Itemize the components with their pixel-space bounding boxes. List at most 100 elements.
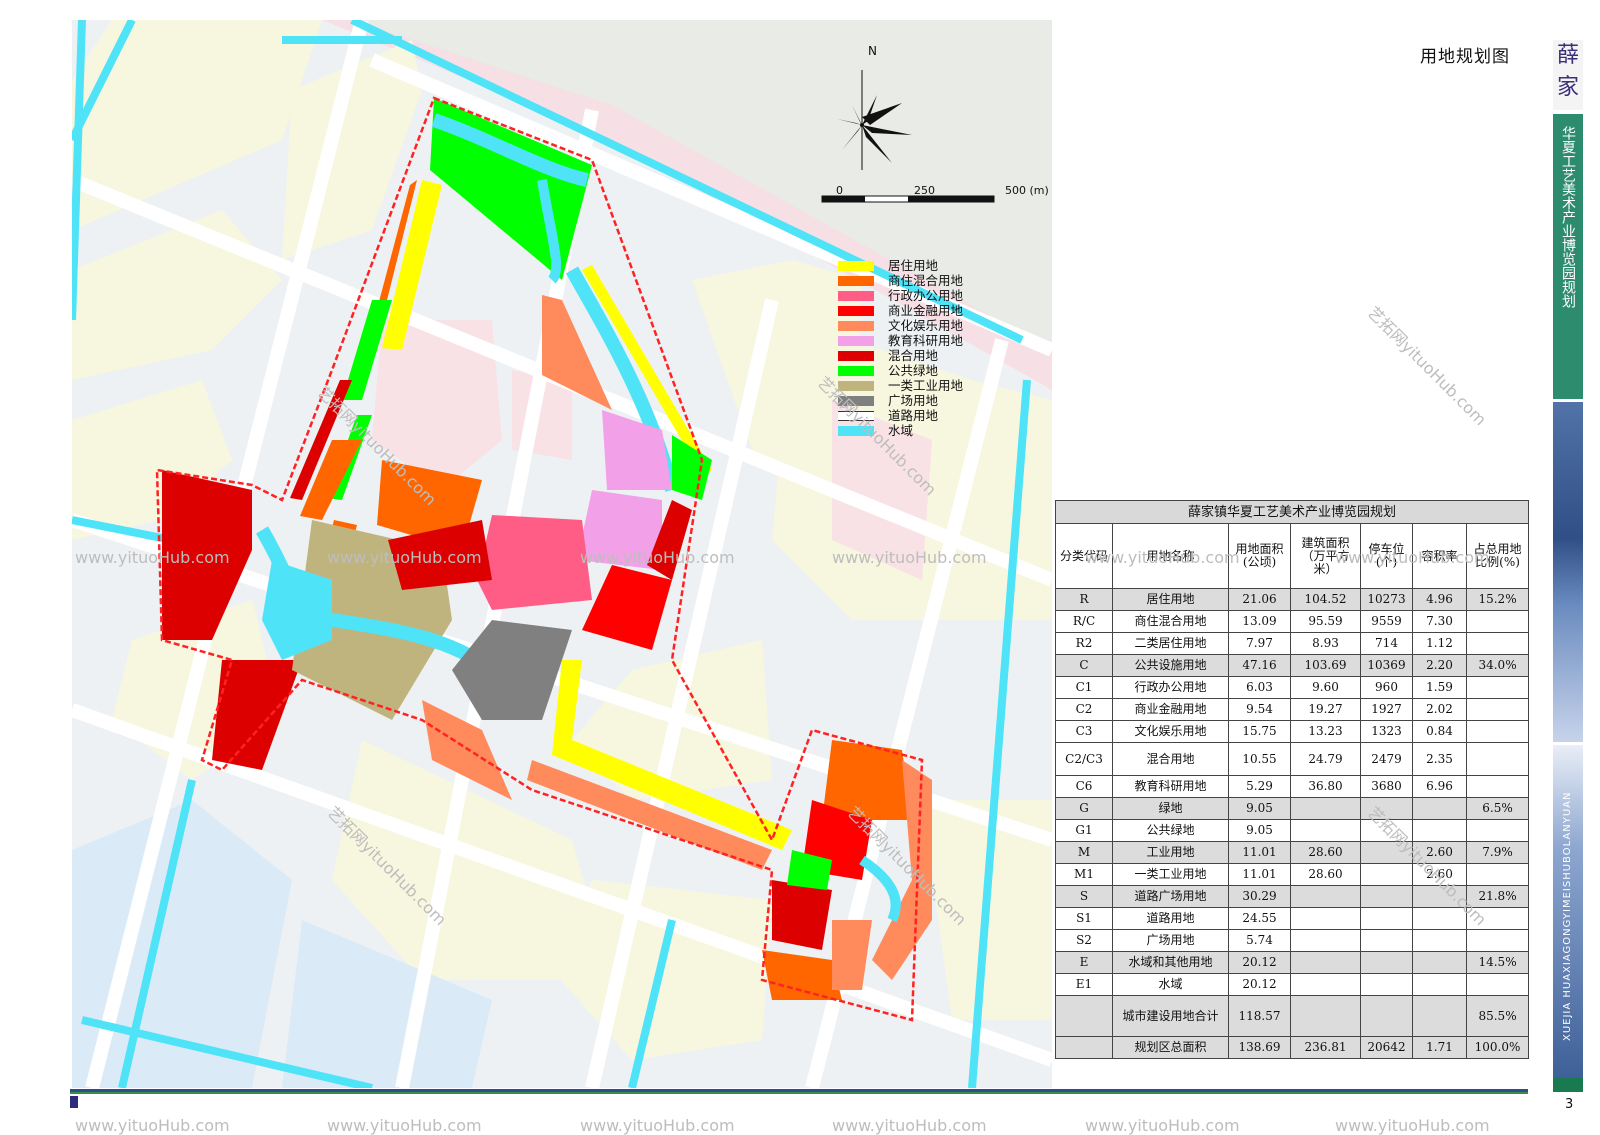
table-row: R/C 商住混合用地 13.09 95.59 9559 7.30: [1055, 610, 1530, 633]
table-row: G1 公共绿地 9.05: [1055, 819, 1530, 842]
cell-code: M: [1055, 841, 1113, 864]
cell-code: C2: [1055, 698, 1113, 721]
legend-swatch: [838, 305, 874, 316]
cell-far: [1412, 929, 1467, 952]
scale-label-250: 250: [914, 184, 935, 197]
legend-item: 公共绿地: [838, 363, 963, 378]
legend-label: 居住用地: [888, 258, 939, 273]
cell-area: 7.97: [1228, 632, 1291, 655]
cell-name: 公共绿地: [1112, 819, 1229, 842]
cell-far: 1.71: [1412, 1036, 1467, 1059]
cell-far: 2.02: [1412, 698, 1467, 721]
cell-floor-area: 103.69: [1290, 654, 1361, 677]
legend-item: 商住混合用地: [838, 273, 963, 288]
cell-far: 0.84: [1412, 720, 1467, 743]
watermark: www.yituoHub.com: [580, 1116, 735, 1135]
cell-code: [1055, 1036, 1113, 1059]
table-row: R2 二类居住用地 7.97 8.93 714 1.12: [1055, 632, 1530, 655]
cell-code: C: [1055, 654, 1113, 677]
legend-label: 文化娱乐用地: [888, 318, 964, 333]
cell-percent: [1465, 775, 1530, 798]
cell-parking: [1360, 885, 1413, 908]
cell-code: R: [1055, 588, 1113, 611]
cell-name: 二类居住用地: [1112, 632, 1229, 655]
cell-far: 1.12: [1412, 632, 1467, 655]
cell-code: S2: [1055, 929, 1113, 952]
legend-swatch: [838, 365, 874, 376]
cell-floor-area: 104.52: [1290, 588, 1361, 611]
table-row: C 公共设施用地 47.16 103.69 10369 2.20 34.0%: [1055, 654, 1530, 677]
cell-floor-area: [1290, 951, 1361, 974]
legend-swatch: [838, 275, 874, 286]
cell-code: M1: [1055, 863, 1113, 886]
cell-far: 1.59: [1412, 676, 1467, 699]
watermark: www.yituoHub.com: [327, 1116, 482, 1135]
cell-far: 2.20: [1412, 654, 1467, 677]
cell-percent: [1465, 632, 1530, 655]
watermark: www.yituoHub.com: [1085, 548, 1240, 567]
cell-parking: 3680: [1360, 775, 1413, 798]
watermark: www.yituoHub.com: [75, 548, 230, 567]
legend-item: 混合用地: [838, 348, 963, 363]
cell-floor-area: [1290, 929, 1361, 952]
table-row: C2/C3 混合用地 10.55 24.79 2479 2.35: [1055, 742, 1530, 776]
cell-name: 绿地: [1112, 797, 1229, 820]
page-number-bar: [1553, 1078, 1583, 1092]
cell-percent: 85.5%: [1465, 995, 1530, 1037]
table-row: 城市建设用地合计 118.57 85.5%: [1055, 995, 1530, 1037]
legend-item: 居住用地: [838, 258, 963, 273]
watermark: www.yituoHub.com: [75, 1116, 230, 1135]
cell-floor-area: 28.60: [1290, 863, 1361, 886]
cell-parking: 1323: [1360, 720, 1413, 743]
watermark: www.yituoHub.com: [832, 1116, 987, 1135]
cell-parking: [1360, 951, 1413, 974]
table-row: G 绿地 9.05 6.5%: [1055, 797, 1530, 820]
cell-area: 118.57: [1228, 995, 1291, 1037]
cell-code: S: [1055, 885, 1113, 908]
cell-floor-area: 8.93: [1290, 632, 1361, 655]
cell-parking: 714: [1360, 632, 1413, 655]
cell-area: 47.16: [1228, 654, 1291, 677]
legend-swatch: [838, 320, 874, 331]
cell-floor-area: [1290, 797, 1361, 820]
cell-parking: [1360, 863, 1413, 886]
cell-far: 7.30: [1412, 610, 1467, 633]
watermark-diagonal: 艺拓网yituoHub.com: [1363, 302, 1491, 430]
legend-swatch: [838, 335, 874, 346]
cell-area: 30.29: [1228, 885, 1291, 908]
cell-far: [1412, 995, 1467, 1037]
cell-far: [1412, 951, 1467, 974]
cell-percent: [1465, 610, 1530, 633]
cell-percent: 14.5%: [1465, 951, 1530, 974]
cell-code: G: [1055, 797, 1113, 820]
legend-item: 教育科研用地: [838, 333, 963, 348]
legend-label: 一类工业用地: [888, 378, 964, 393]
cell-parking: [1360, 995, 1413, 1037]
cell-parking: [1360, 907, 1413, 930]
project-name-english: XUEJIA HUAXIAGONGYIMEISHUBOLANYUAN: [1553, 745, 1583, 1087]
project-name-vertical: 华夏工艺美术产业博览园规划: [1553, 114, 1583, 399]
cell-area: 11.01: [1228, 841, 1291, 864]
cell-far: 2.35: [1412, 742, 1467, 776]
legend-swatch: [838, 350, 874, 361]
cell-floor-area: [1290, 907, 1361, 930]
legend-item: 商业金融用地: [838, 303, 963, 318]
table-row: S2 广场用地 5.74: [1055, 929, 1530, 952]
cell-percent: [1465, 742, 1530, 776]
cell-floor-area: 9.60: [1290, 676, 1361, 699]
cell-far: 4.96: [1412, 588, 1467, 611]
cell-floor-area: 95.59: [1290, 610, 1361, 633]
cell-parking: 10369: [1360, 654, 1413, 677]
table-row: E 水域和其他用地 20.12 14.5%: [1055, 951, 1530, 974]
cell-percent: 6.5%: [1465, 797, 1530, 820]
legend-label: 混合用地: [888, 348, 939, 363]
cell-area: 20.12: [1228, 951, 1291, 974]
cell-parking: 1927: [1360, 698, 1413, 721]
legend-label: 行政办公用地: [888, 288, 964, 303]
cell-floor-area: [1290, 995, 1361, 1037]
table-row: R 居住用地 21.06 104.52 10273 4.96 15.2%: [1055, 588, 1530, 611]
cell-code: C2/C3: [1055, 742, 1113, 776]
cell-area: 5.74: [1228, 929, 1291, 952]
cell-floor-area: [1290, 819, 1361, 842]
cell-percent: [1465, 720, 1530, 743]
